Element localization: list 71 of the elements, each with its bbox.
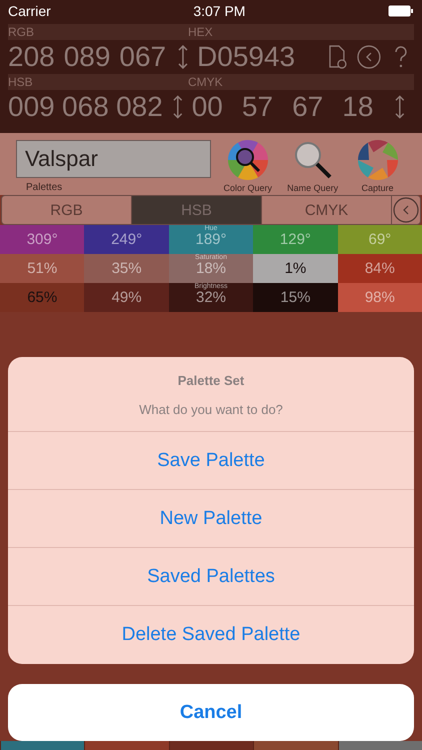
- hsb-label: HSB: [8, 75, 34, 89]
- back-icon[interactable]: [392, 196, 420, 224]
- swatch-tile[interactable]: [253, 741, 338, 750]
- rgb-value: 208: [8, 41, 56, 73]
- cell-value: 249°: [111, 231, 142, 248]
- action-button[interactable]: Saved Palettes: [8, 548, 414, 606]
- tool-label[interactable]: Capture: [362, 183, 394, 193]
- cmyk-value: 18: [342, 91, 374, 123]
- hex-label: HEX: [188, 25, 214, 39]
- cell-value: 69°: [368, 231, 392, 248]
- color-cell[interactable]: 15%: [253, 283, 338, 312]
- up-down-arrow-icon[interactable]: [177, 44, 190, 70]
- color-cell[interactable]: 84%: [338, 254, 422, 283]
- color-cell[interactable]: 69°: [338, 225, 422, 254]
- color-cell[interactable]: 309°: [0, 225, 84, 254]
- hsb-value: 068: [62, 91, 110, 123]
- rgb-label: RGB: [8, 25, 36, 39]
- rgb-value: 067: [119, 41, 168, 73]
- color-cell[interactable]: 35%: [84, 254, 169, 283]
- cmyk-label: CMYK: [188, 75, 224, 89]
- action-button[interactable]: Delete Saved Palette: [8, 606, 414, 664]
- color-cell[interactable]: 49%: [84, 283, 169, 312]
- cmyk-value: 57: [242, 91, 274, 123]
- mode-tab[interactable]: HSB: [132, 196, 262, 224]
- back-icon[interactable]: [356, 44, 382, 70]
- tool-label[interactable]: Name Query: [287, 183, 338, 193]
- hsb-value: 009: [8, 91, 56, 123]
- swatch-tile[interactable]: [0, 741, 84, 750]
- cell-value: 32%: [196, 289, 226, 306]
- action-button[interactable]: New Palette: [8, 490, 414, 548]
- swatch-tile[interactable]: [168, 741, 254, 750]
- cell-value: 35%: [112, 260, 142, 277]
- hsb-value: 082: [116, 91, 164, 123]
- hex-value: D05943: [197, 41, 296, 73]
- status-time: 3:07 PM: [193, 3, 246, 19]
- cell-value: 309°: [26, 231, 58, 248]
- sheet-title: Palette Set: [178, 373, 244, 388]
- action-button[interactable]: Save Palette: [8, 432, 414, 490]
- color-cell[interactable]: 249°: [84, 225, 169, 254]
- cmyk-value: 67: [292, 91, 324, 123]
- aperture-icon[interactable]: [356, 139, 399, 181]
- cell-value: 129°: [280, 231, 311, 248]
- cell-value: 18%: [196, 260, 226, 277]
- cell-value: 65%: [27, 289, 58, 306]
- cell-value: 15%: [280, 289, 310, 306]
- mode-tab[interactable]: CMYK: [262, 196, 392, 224]
- tool-label[interactable]: Color Query: [224, 183, 272, 193]
- up-down-arrow-icon[interactable]: [172, 94, 184, 120]
- cell-value: 51%: [27, 260, 58, 277]
- sheet-message: What do you want to do?: [139, 402, 283, 417]
- palette-field[interactable]: Valspar: [16, 140, 212, 178]
- color-cell[interactable]: 51%: [0, 254, 84, 283]
- rgb-value: 089: [64, 41, 112, 73]
- color-cell[interactable]: 65%: [0, 283, 84, 312]
- swatch-tile[interactable]: [84, 741, 169, 750]
- cell-value: 189°: [196, 231, 227, 248]
- cell-value: 98%: [364, 289, 395, 306]
- swatch-tile[interactable]: [338, 741, 422, 750]
- cancel-button[interactable]: Cancel: [8, 684, 414, 741]
- cell-value: 84%: [364, 260, 395, 277]
- cell-value: 49%: [112, 289, 142, 306]
- color-cell[interactable]: 1%: [253, 254, 338, 283]
- color-cell[interactable]: 129°: [253, 225, 338, 254]
- color-cell[interactable]: 98%: [338, 283, 422, 312]
- cell-value: 1%: [284, 260, 306, 277]
- carrier-label: Carrier: [8, 3, 51, 19]
- palettes-label: Palettes: [25, 181, 64, 193]
- color-wheel-icon[interactable]: [226, 139, 269, 181]
- up-down-arrow-icon[interactable]: [394, 94, 406, 120]
- battery-icon: [388, 5, 414, 17]
- cmyk-value: 00: [192, 91, 224, 123]
